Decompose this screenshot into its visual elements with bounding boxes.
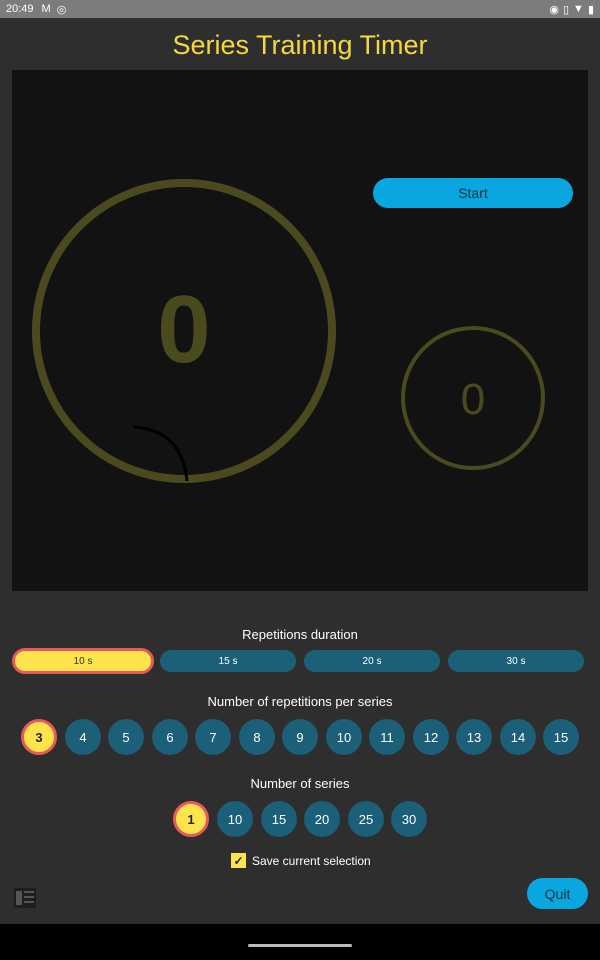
repetition-option[interactable]: 8 — [239, 719, 275, 755]
series-option[interactable]: 15 — [261, 801, 297, 837]
repetition-option[interactable]: 7 — [195, 719, 231, 755]
series-option[interactable]: 30 — [391, 801, 427, 837]
duration-option-15s[interactable]: 15 s — [160, 650, 296, 672]
quit-button[interactable]: Quit — [527, 878, 588, 909]
repetition-option[interactable]: 14 — [500, 719, 536, 755]
app-title: Series Training Timer — [172, 30, 428, 60]
repetition-option[interactable]: 6 — [152, 719, 188, 755]
series-option[interactable]: 25 — [348, 801, 384, 837]
series-option[interactable]: 10 — [217, 801, 253, 837]
repetition-option[interactable]: 13 — [456, 719, 492, 755]
navigation-bar — [0, 924, 600, 960]
vibrate-icon: ▯ — [562, 3, 570, 16]
eye-icon: ◉ — [549, 3, 559, 16]
wifi-icon: ▼ — [573, 3, 584, 15]
home-handle[interactable] — [248, 944, 352, 947]
duration-option-10s[interactable]: 10 s — [12, 648, 154, 674]
repetition-option[interactable]: 11 — [369, 719, 405, 755]
save-selection-row[interactable]: ✓ Save current selection — [231, 853, 371, 868]
battery-icon: ▮ — [587, 3, 594, 16]
repetition-option[interactable]: 12 — [413, 719, 449, 755]
repetition-option[interactable]: 15 — [543, 719, 579, 755]
messenger-icon: ◎ — [56, 3, 67, 16]
repetition-option[interactable]: 10 — [326, 719, 362, 755]
status-time: 20:49 — [6, 3, 34, 15]
duration-option-30s[interactable]: 30 s — [448, 650, 584, 672]
gmail-icon: M — [41, 3, 51, 15]
timer-stage: 0 0 — [12, 70, 588, 591]
series-label: Number of series — [250, 776, 350, 791]
repetition-option[interactable]: 4 — [65, 719, 101, 755]
start-button[interactable]: Start — [373, 178, 573, 208]
series-option[interactable]: 1 — [173, 801, 209, 837]
durations-label: Repetitions duration — [242, 627, 358, 642]
status-bar: 20:49 M ◎ ◉ ▯ ▼ ▮ — [0, 0, 600, 18]
series-option[interactable]: 20 — [304, 801, 340, 837]
save-selection-label: Save current selection — [252, 853, 371, 868]
menu-icon[interactable] — [14, 888, 36, 908]
small-counter: 0 — [461, 375, 485, 424]
repetition-option[interactable]: 3 — [21, 719, 57, 755]
repetitions-label: Number of repetitions per series — [207, 694, 393, 709]
repetition-option[interactable]: 9 — [282, 719, 318, 755]
duration-option-20s[interactable]: 20 s — [304, 650, 440, 672]
timer-canvas: 0 0 — [32, 179, 545, 483]
big-counter: 0 — [157, 276, 210, 383]
save-selection-checkbox[interactable]: ✓ — [231, 853, 246, 868]
repetition-option[interactable]: 5 — [108, 719, 144, 755]
